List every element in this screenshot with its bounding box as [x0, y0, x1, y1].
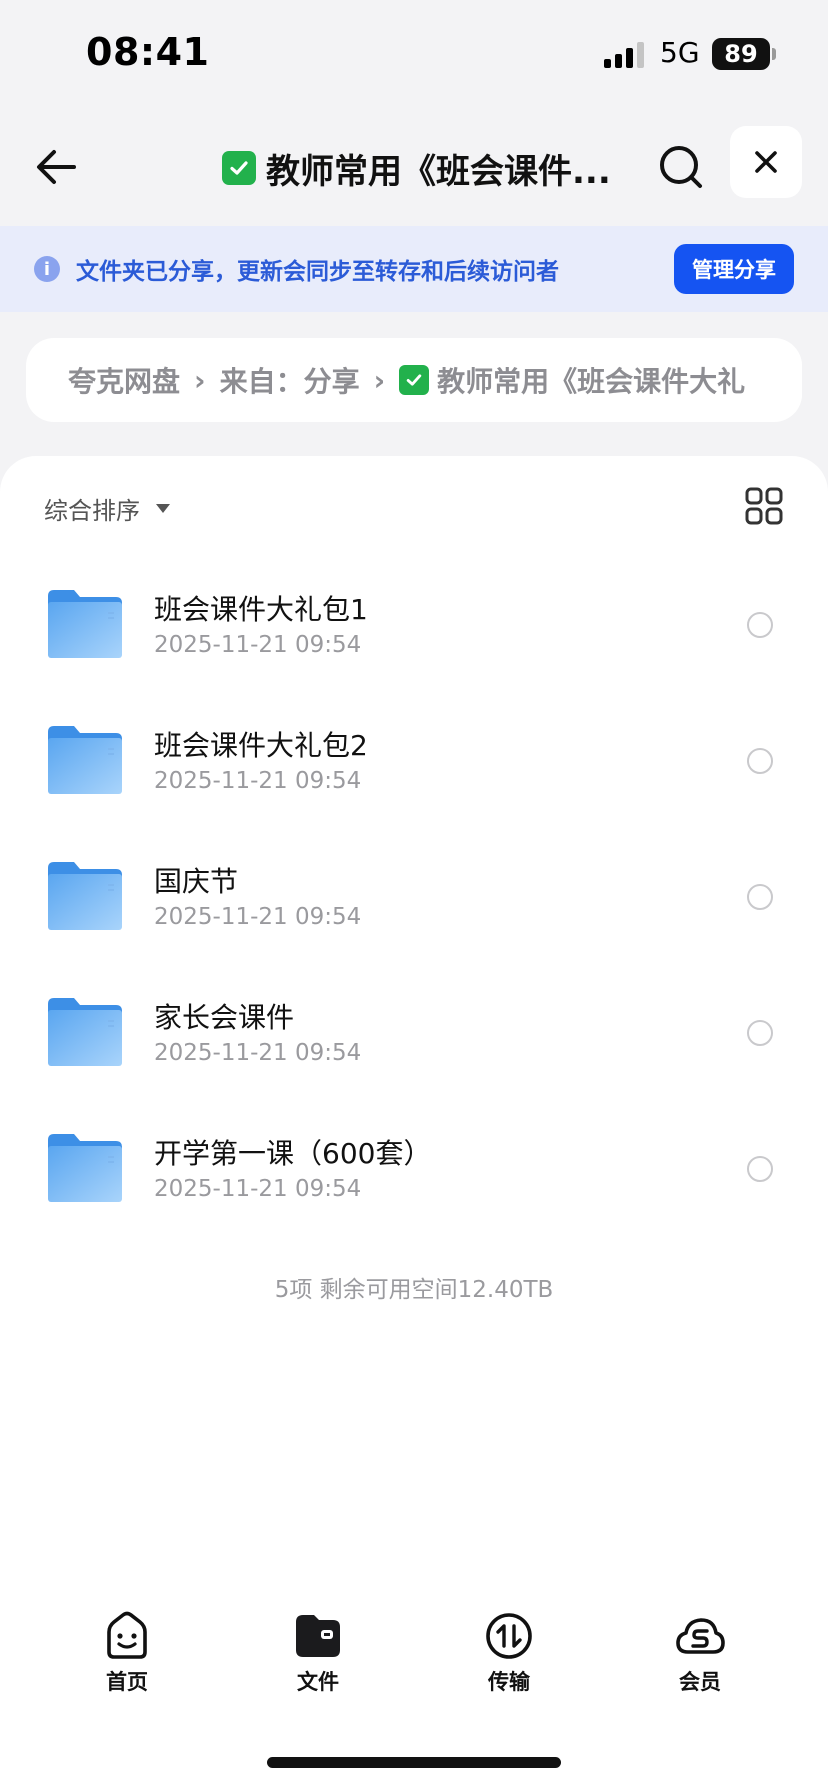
grid-view-button[interactable]: [744, 486, 784, 526]
select-radio[interactable]: [747, 612, 773, 638]
file-name: 开学第一课（600套）: [154, 1137, 432, 1170]
select-radio[interactable]: [747, 884, 773, 910]
status-time: 08:41: [86, 30, 210, 74]
breadcrumb-fade: [742, 338, 802, 422]
breadcrumb-item-share[interactable]: 来自：分享: [220, 360, 360, 400]
breadcrumb-item-current[interactable]: 教师常用《班会课件大礼: [437, 360, 745, 400]
battery-icon: 89: [712, 38, 770, 70]
search-button[interactable]: [654, 140, 708, 194]
sort-dropdown[interactable]: 综合排序: [44, 486, 170, 530]
file-list: 班会课件大礼包1 2025-11-21 09:54 班会课件大礼包2 2025-…: [0, 574, 828, 1254]
list-item[interactable]: 家长会课件 2025-11-21 09:54: [0, 982, 828, 1118]
list-item[interactable]: 班会课件大礼包1 2025-11-21 09:54: [0, 574, 828, 710]
list-item[interactable]: 开学第一课（600套） 2025-11-21 09:54: [0, 1118, 828, 1254]
tab-label: 文件: [297, 1670, 339, 1694]
folder-icon: [48, 726, 122, 794]
file-date: 2025-11-21 09:54: [154, 632, 362, 658]
screen: 08:41 5G 89 教师常用《班会课件... i 文件夹已分享，更新会同步至…: [0, 0, 828, 1792]
breadcrumb-separator: ›: [194, 363, 206, 397]
bottom-tab-bar: 首页 文件 传输 会员: [0, 1610, 828, 1720]
list-item[interactable]: 班会课件大礼包2 2025-11-21 09:54: [0, 710, 828, 846]
header: 教师常用《班会课件...: [0, 110, 828, 226]
battery-level: 89: [724, 40, 758, 68]
network-label: 5G: [660, 36, 700, 69]
folder-icon: [48, 1134, 122, 1202]
sort-label: 综合排序: [44, 496, 140, 525]
file-date: 2025-11-21 09:54: [154, 1040, 362, 1066]
close-button[interactable]: [730, 126, 802, 198]
file-date: 2025-11-21 09:54: [154, 904, 362, 930]
share-banner: i 文件夹已分享，更新会同步至转存和后续访问者 管理分享: [0, 226, 828, 312]
file-name: 国庆节: [154, 865, 239, 898]
breadcrumb-separator: ›: [373, 363, 386, 397]
grid-icon: [745, 487, 783, 525]
folder-icon: [48, 862, 122, 930]
tab-label: 会员: [679, 1670, 721, 1694]
status-bar: 08:41 5G 89: [0, 0, 828, 110]
battery-cap: [772, 48, 776, 60]
tab-membership[interactable]: 会员: [640, 1610, 760, 1710]
checkmark-icon: [399, 365, 430, 395]
home-indicator: [267, 1757, 561, 1768]
tab-files[interactable]: 文件: [258, 1610, 378, 1710]
file-sheet: 综合排序 班会课件大礼包1 2025-11-21 09:54 班会课件大礼包2 …: [0, 456, 828, 1792]
file-name: 班会课件大礼包1: [154, 593, 368, 626]
file-date: 2025-11-21 09:54: [154, 768, 362, 794]
file-date: 2025-11-21 09:54: [154, 1176, 362, 1202]
select-radio[interactable]: [747, 748, 773, 774]
tab-label: 传输: [488, 1670, 530, 1694]
select-radio[interactable]: [747, 1156, 773, 1182]
search-icon: [660, 146, 702, 188]
checkmark-icon: [222, 151, 256, 185]
close-icon: [755, 151, 777, 173]
tab-transfer[interactable]: 传输: [449, 1610, 569, 1710]
storage-summary: 5项 剩余可用空间12.40TB: [274, 1277, 554, 1303]
signal-icon: [604, 42, 644, 68]
transfer-icon: [486, 1613, 532, 1659]
info-icon: i: [34, 256, 60, 282]
page-title: 教师常用《班会课件...: [222, 144, 612, 192]
folder-icon: [48, 998, 122, 1066]
folder-icon: [296, 1615, 340, 1657]
caret-down-icon: [156, 503, 170, 513]
file-name: 家长会课件: [154, 1001, 295, 1034]
breadcrumb: 夸克网盘 › 来自：分享 › 教师常用《班会课件大礼: [26, 338, 802, 422]
tab-label: 首页: [106, 1670, 148, 1694]
cloud-icon: [676, 1618, 725, 1654]
file-name: 班会课件大礼包2: [154, 729, 368, 762]
breadcrumb-item-root[interactable]: 夸克网盘: [68, 360, 180, 400]
back-button[interactable]: [30, 140, 84, 194]
arrow-left-icon: [37, 150, 76, 184]
home-face-icon: [107, 1611, 147, 1659]
tab-home[interactable]: 首页: [67, 1610, 187, 1710]
list-item[interactable]: 国庆节 2025-11-21 09:54: [0, 846, 828, 982]
share-banner-text: 文件夹已分享，更新会同步至转存和后续访问者: [76, 259, 559, 285]
folder-icon: [48, 590, 122, 658]
select-radio[interactable]: [747, 1020, 773, 1046]
page-title-text: 教师常用《班会课件...: [266, 151, 611, 192]
manage-share-button[interactable]: 管理分享: [674, 244, 794, 294]
